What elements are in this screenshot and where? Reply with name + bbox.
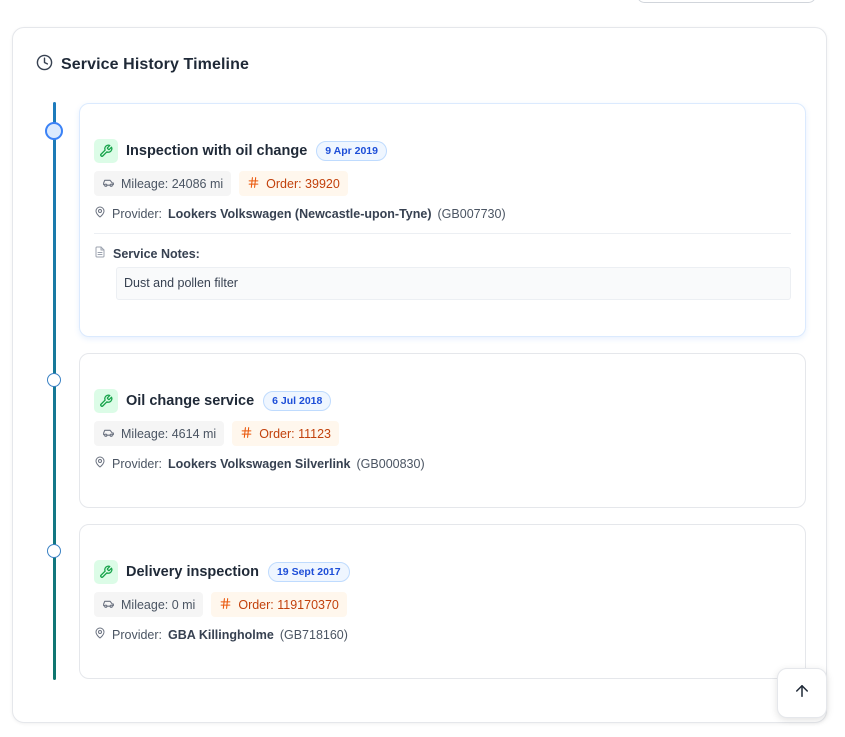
order-text: Order: 119170370 [238, 597, 339, 612]
entry-title: Delivery inspection [126, 564, 259, 580]
provider-row: Provider: GBA Killingholme (GB718160) [94, 627, 348, 642]
car-icon [102, 176, 115, 192]
order-text: Order: 11123 [259, 426, 332, 441]
wrench-icon [94, 389, 118, 413]
wrench-icon [94, 560, 118, 584]
provider-code: (GB718160) [279, 627, 348, 642]
timeline-entry[interactable]: Delivery inspection 19 Sept 2017 Mileage… [79, 524, 806, 679]
card-title: Service History Timeline [61, 56, 249, 73]
provider-row: Provider: Lookers Volkswagen (Newcastle-… [94, 206, 506, 221]
car-icon [102, 426, 115, 442]
entry-chips: Mileage: 0 mi Order: 119170370 [94, 592, 347, 617]
provider-row: Provider: Lookers Volkswagen Silverlink … [94, 456, 425, 471]
notes-label-row: Service Notes: [94, 246, 200, 261]
date-badge: 9 Apr 2019 [316, 141, 387, 161]
mileage-text: Mileage: 4614 mi [121, 426, 217, 441]
entry-title-row: Oil change service 6 Jul 2018 [94, 389, 332, 413]
date-badge: 19 Sept 2017 [267, 562, 350, 582]
mileage-chip: Mileage: 24086 mi [94, 171, 232, 196]
map-pin-icon [94, 627, 106, 642]
entry-chips: Mileage: 4614 mi Order: 11123 [94, 421, 340, 446]
clock-icon [36, 54, 53, 76]
timeline-entry[interactable]: Inspection with oil change 9 Apr 2019 Mi… [79, 103, 806, 337]
order-chip: Order: 119170370 [211, 592, 347, 617]
provider-label: Provider: [112, 206, 163, 221]
service-history-card: Service History Timeline Inspection with… [12, 27, 827, 723]
order-text: Order: 39920 [266, 176, 340, 191]
hash-icon [219, 597, 232, 613]
hash-icon [247, 176, 260, 192]
wrench-icon [94, 139, 118, 163]
timeline-line [53, 102, 56, 680]
entry-title: Inspection with oil change [126, 143, 308, 159]
entry-title: Oil change service [126, 393, 255, 409]
notes-label: Service Notes: [113, 246, 200, 261]
hash-icon [240, 426, 253, 442]
map-pin-icon [94, 206, 106, 221]
date-badge: 6 Jul 2018 [263, 391, 332, 411]
provider-code: (GB000830) [356, 456, 425, 471]
document-icon [94, 246, 106, 261]
map-pin-icon [94, 456, 106, 471]
car-icon [102, 597, 115, 613]
entry-title-row: Inspection with oil change 9 Apr 2019 [94, 139, 387, 163]
provider-label: Provider: [112, 456, 163, 471]
top-select-control[interactable] [637, 0, 816, 3]
timeline-dot [47, 544, 61, 558]
mileage-text: Mileage: 0 mi [121, 597, 196, 612]
arrow-up-icon [793, 682, 811, 705]
mileage-chip: Mileage: 0 mi [94, 592, 204, 617]
timeline-dot-active [45, 122, 63, 140]
provider-label: Provider: [112, 627, 163, 642]
order-chip: Order: 11123 [232, 421, 340, 446]
card-header: Service History Timeline [36, 54, 249, 76]
provider-name: GBA Killingholme [168, 627, 274, 642]
order-chip: Order: 39920 [239, 171, 348, 196]
entry-title-row: Delivery inspection 19 Sept 2017 [94, 560, 350, 584]
provider-code: (GB007730) [437, 206, 506, 221]
mileage-chip: Mileage: 4614 mi [94, 421, 225, 446]
timeline-entry[interactable]: Oil change service 6 Jul 2018 Mileage: 4… [79, 353, 806, 508]
provider-name: Lookers Volkswagen Silverlink [168, 456, 351, 471]
divider [94, 233, 791, 234]
notes-box: Dust and pollen filter [116, 267, 791, 300]
timeline-dot [47, 373, 61, 387]
mileage-text: Mileage: 24086 mi [121, 176, 224, 191]
entry-chips: Mileage: 24086 mi Order: 39920 [94, 171, 348, 196]
provider-name: Lookers Volkswagen (Newcastle-upon-Tyne) [168, 206, 432, 221]
scroll-to-top-button[interactable] [777, 668, 827, 718]
